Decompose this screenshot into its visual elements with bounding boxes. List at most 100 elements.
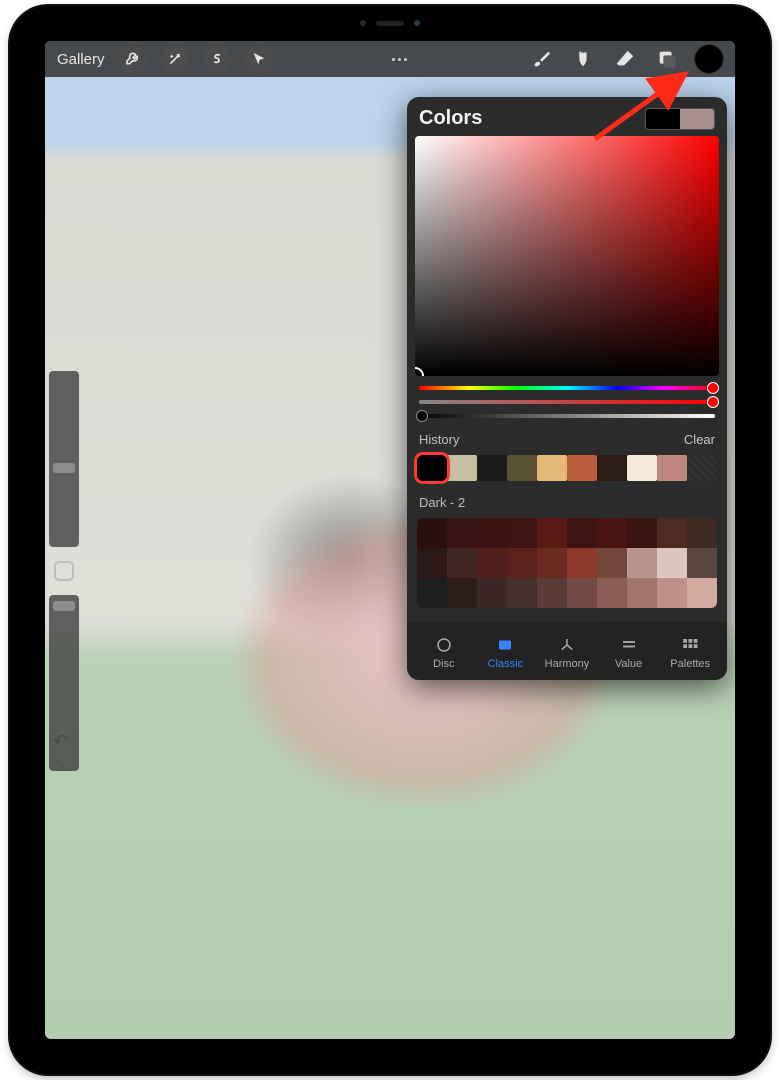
palette-swatch[interactable] <box>447 548 477 578</box>
history-swatch[interactable] <box>567 455 597 481</box>
palette-swatch[interactable] <box>657 548 687 578</box>
selection-s-icon <box>209 51 225 67</box>
palette-swatch[interactable] <box>417 548 447 578</box>
smudge-icon <box>572 48 594 70</box>
wand-icon <box>167 51 183 67</box>
palette-swatch[interactable] <box>567 518 597 548</box>
brush-icon <box>530 48 552 70</box>
palette-swatch[interactable] <box>567 578 597 608</box>
color-preview-pair[interactable] <box>645 108 715 130</box>
color-button[interactable] <box>695 45 723 73</box>
undo-button[interactable]: ↶ <box>53 731 77 752</box>
color-preview-primary <box>646 109 680 129</box>
harmony-icon <box>555 636 579 654</box>
palette-swatch[interactable] <box>507 578 537 608</box>
smudge-button[interactable] <box>569 45 597 73</box>
selection-button[interactable] <box>203 45 231 73</box>
history-swatches <box>417 455 717 481</box>
brush-button[interactable] <box>527 45 555 73</box>
palette-swatch[interactable] <box>417 518 447 548</box>
palette-swatch[interactable] <box>657 578 687 608</box>
history-swatch[interactable] <box>657 455 687 481</box>
history-swatch[interactable] <box>687 455 717 481</box>
hue-knob[interactable] <box>708 383 718 393</box>
history-swatch[interactable] <box>537 455 567 481</box>
more-button[interactable] <box>385 45 415 73</box>
palette-swatch[interactable] <box>687 578 717 608</box>
tab-palettes[interactable]: Palettes <box>662 636 718 670</box>
tab-harmony[interactable]: Harmony <box>539 636 595 670</box>
history-header: History Clear <box>407 418 727 451</box>
palette-swatch[interactable] <box>597 578 627 608</box>
palette-swatch[interactable] <box>627 548 657 578</box>
history-label: History <box>419 432 459 447</box>
palette-swatch[interactable] <box>597 548 627 578</box>
palette-grid <box>417 518 717 608</box>
value-icon <box>617 636 641 654</box>
palette-swatch[interactable] <box>477 578 507 608</box>
transform-button[interactable] <box>245 45 273 73</box>
palette-name-label: Dark - 2 <box>407 481 727 514</box>
colors-header: Colors <box>407 97 727 136</box>
gallery-button[interactable]: Gallery <box>57 51 105 68</box>
eraser-button[interactable] <box>611 45 639 73</box>
ipad-frame: Gallery <box>10 6 770 1074</box>
eraser-icon <box>614 48 636 70</box>
undo-redo-group: ↶ ↷ <box>53 731 77 779</box>
redo-button[interactable]: ↷ <box>53 758 77 779</box>
palette-swatch[interactable] <box>477 548 507 578</box>
palette-swatch[interactable] <box>627 578 657 608</box>
value-knob[interactable] <box>417 411 427 421</box>
screen: Gallery <box>45 41 735 1039</box>
brush-opacity-thumb[interactable] <box>53 601 75 611</box>
palette-swatch[interactable] <box>447 518 477 548</box>
clear-history-button[interactable]: Clear <box>684 432 715 447</box>
value-slider[interactable] <box>419 414 715 418</box>
palette-swatch[interactable] <box>537 578 567 608</box>
tab-value[interactable]: Value <box>601 636 657 670</box>
palette-swatch[interactable] <box>597 518 627 548</box>
tab-classic[interactable]: Classic <box>477 636 533 670</box>
disc-icon <box>432 636 456 654</box>
tab-disc[interactable]: Disc <box>416 636 472 670</box>
layers-button[interactable] <box>653 45 681 73</box>
wrench-icon <box>125 51 141 67</box>
top-toolbar: Gallery <box>45 41 735 77</box>
history-swatch[interactable] <box>597 455 627 481</box>
saturation-slider[interactable] <box>419 400 715 404</box>
palette-swatch[interactable] <box>477 518 507 548</box>
sensor-cluster <box>360 20 420 26</box>
palette-swatch[interactable] <box>507 518 537 548</box>
palette-swatch[interactable] <box>447 578 477 608</box>
colors-tabbar: DiscClassicHarmonyValuePalettes <box>407 622 727 680</box>
history-swatch[interactable] <box>507 455 537 481</box>
history-swatch[interactable] <box>417 455 447 481</box>
palette-swatch[interactable] <box>537 548 567 578</box>
color-preview-secondary <box>680 109 714 129</box>
saturation-knob[interactable] <box>708 397 718 407</box>
history-swatch[interactable] <box>477 455 507 481</box>
palette-swatch[interactable] <box>657 518 687 548</box>
left-rail <box>49 371 79 771</box>
cursor-icon <box>251 51 267 67</box>
hue-slider[interactable] <box>419 386 715 390</box>
saturation-value-box[interactable] <box>415 136 719 376</box>
modify-button[interactable] <box>54 561 74 581</box>
colors-popover: Colors History <box>407 97 727 680</box>
palette-swatch[interactable] <box>627 518 657 548</box>
adjustments-button[interactable] <box>161 45 189 73</box>
palette-swatch[interactable] <box>687 548 717 578</box>
palette-swatch[interactable] <box>687 518 717 548</box>
classic-icon <box>493 636 517 654</box>
colors-title: Colors <box>419 107 645 130</box>
palettes-icon <box>678 636 702 654</box>
history-swatch[interactable] <box>627 455 657 481</box>
actions-button[interactable] <box>119 45 147 73</box>
history-swatch[interactable] <box>447 455 477 481</box>
palette-swatch[interactable] <box>537 518 567 548</box>
palette-swatch[interactable] <box>507 548 537 578</box>
palette-swatch[interactable] <box>567 548 597 578</box>
brush-size-slider[interactable] <box>49 371 79 547</box>
brush-size-thumb[interactable] <box>53 463 75 473</box>
palette-swatch[interactable] <box>417 578 447 608</box>
